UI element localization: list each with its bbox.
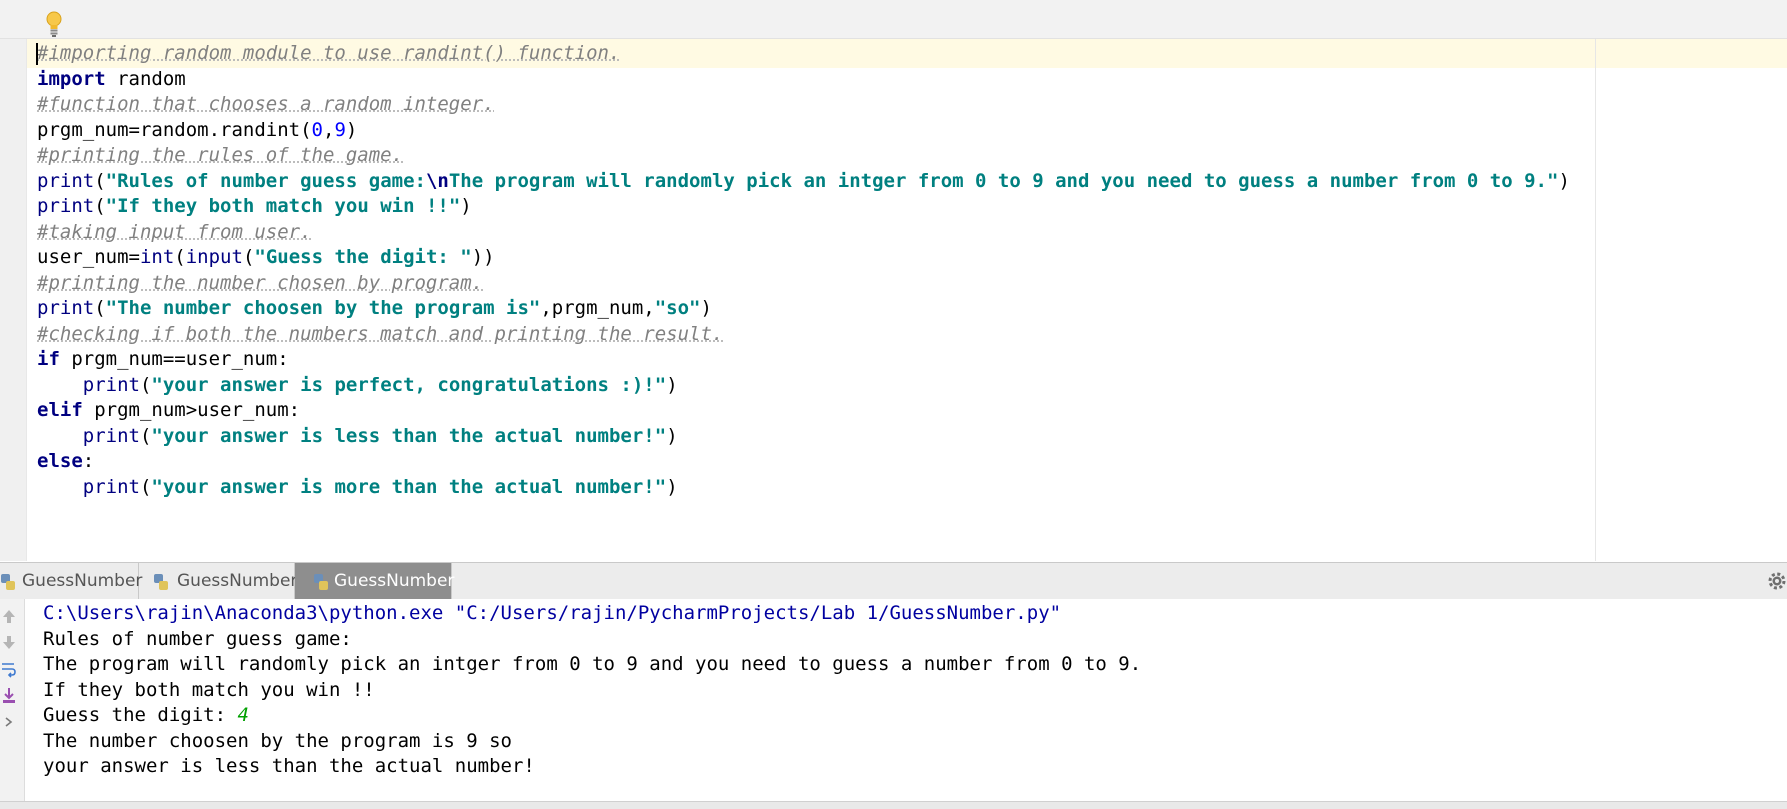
- token: ): [666, 373, 678, 396]
- token: Guess the digit:: [43, 704, 238, 726]
- token: your answer is less than the actual numb…: [43, 755, 535, 777]
- run-tab-active[interactable]: GuessNumber: [295, 563, 455, 599]
- token: Rules of number guess game:: [43, 627, 352, 650]
- token: "so": [654, 297, 701, 319]
- token: print: [82, 424, 140, 447]
- editor-top-strip: [0, 0, 1787, 39]
- token: input: [185, 246, 243, 268]
- token: 0: [311, 118, 323, 141]
- token: int: [139, 246, 175, 268]
- token: If they both match you win !!: [43, 678, 375, 701]
- token: The number choosen by the program is 9 s…: [43, 729, 512, 752]
- code-line: print("your answer is more than the actu…: [37, 473, 678, 502]
- editor-gutter: [0, 39, 27, 561]
- scroll-to-end-icon[interactable]: [0, 686, 18, 704]
- token: \n: [425, 169, 449, 192]
- token: ): [666, 475, 678, 498]
- run-tab-label: GuessNumber: [22, 571, 143, 591]
- run-tab-label: GuessNumber: [177, 571, 298, 591]
- code-editor[interactable]: #importing random module to use randint(…: [27, 39, 1787, 561]
- token: #checking if both the numbers match and …: [37, 322, 724, 345]
- token: "your answer is less than the actual num…: [151, 424, 667, 447]
- token: #printing the rules of the game.: [37, 144, 404, 166]
- console-line: your answer is less than the actual numb…: [43, 752, 535, 781]
- token: (: [94, 169, 106, 192]
- token: elif: [37, 399, 83, 421]
- token: print: [37, 169, 95, 192]
- token: #printing the number chosen by program.: [37, 271, 484, 294]
- token: :: [82, 450, 95, 472]
- token: print: [82, 373, 140, 396]
- token: print: [82, 475, 140, 498]
- python-icon: [314, 574, 328, 590]
- token: "The number choosen by the program is": [105, 297, 541, 319]
- token: ): [700, 297, 712, 319]
- token: print: [37, 297, 95, 319]
- token: The program will randomly pick an intger…: [448, 169, 1559, 192]
- token: ,: [323, 118, 335, 141]
- python-icon: [1, 574, 15, 590]
- token: ): [1558, 169, 1570, 192]
- token: 9: [334, 118, 346, 141]
- token: prgm_num==user_num:: [59, 348, 289, 370]
- run-tab[interactable]: GuessNumber: [139, 563, 298, 599]
- up-arrow-icon[interactable]: [0, 607, 18, 625]
- token: (: [94, 297, 106, 319]
- gear-icon[interactable]: [1767, 571, 1787, 591]
- token: else: [37, 450, 83, 472]
- token: C:\Users\rajin\Anaconda3\python.exe "C:/…: [43, 602, 1062, 624]
- token: The program will randomly pick an intger…: [43, 653, 1142, 675]
- run-tab-label: GuessNumber: [334, 571, 455, 591]
- python-icon: [154, 574, 168, 590]
- token: prgm_num=random.randint(: [37, 118, 312, 141]
- token: ,prgm_num,: [540, 297, 655, 319]
- token: "your answer is perfect, congratulations…: [151, 373, 667, 396]
- token: "your answer is more than the actual num…: [151, 475, 667, 498]
- token: #taking input from user.: [37, 220, 312, 243]
- token: (: [174, 246, 186, 268]
- token: prgm_num>user_num:: [82, 399, 301, 421]
- token: #function that chooses a random integer.: [37, 93, 495, 115]
- run-tab-bar: GuessNumber GuessNumber GuessNumber: [0, 562, 1787, 600]
- token: "Rules of number guess game:: [105, 169, 426, 192]
- token: (: [94, 195, 106, 217]
- token: )): [471, 246, 495, 268]
- text-caret: [36, 43, 38, 65]
- soft-wrap-icon[interactable]: [0, 660, 18, 678]
- down-arrow-icon[interactable]: [0, 633, 18, 651]
- token: (: [139, 373, 152, 396]
- console-toolbar: [0, 599, 25, 808]
- token: ): [460, 195, 472, 217]
- lightbulb-icon[interactable]: [44, 10, 64, 38]
- token: ): [345, 118, 358, 141]
- token: (: [139, 475, 152, 498]
- token: #importing random module to use randint(…: [37, 42, 621, 64]
- token: 4: [237, 704, 249, 726]
- right-margin-guide: [1595, 39, 1596, 561]
- token: "Guess the digit: ": [254, 246, 472, 268]
- token: random: [105, 67, 186, 90]
- token: if: [37, 348, 60, 370]
- token: print: [37, 195, 95, 217]
- token: ): [666, 424, 678, 447]
- token: "If they both match you win !!": [105, 195, 461, 217]
- code-line: print("your answer is less than the actu…: [37, 422, 678, 451]
- token: (: [139, 424, 152, 447]
- run-console-output[interactable]: C:\Users\rajin\Anaconda3\python.exe "C:/…: [25, 599, 1787, 801]
- token: user_num=: [37, 246, 140, 268]
- token: (: [242, 246, 255, 268]
- expand-icon[interactable]: [0, 713, 18, 731]
- run-tab[interactable]: GuessNumber: [0, 563, 143, 599]
- token: import: [37, 67, 106, 90]
